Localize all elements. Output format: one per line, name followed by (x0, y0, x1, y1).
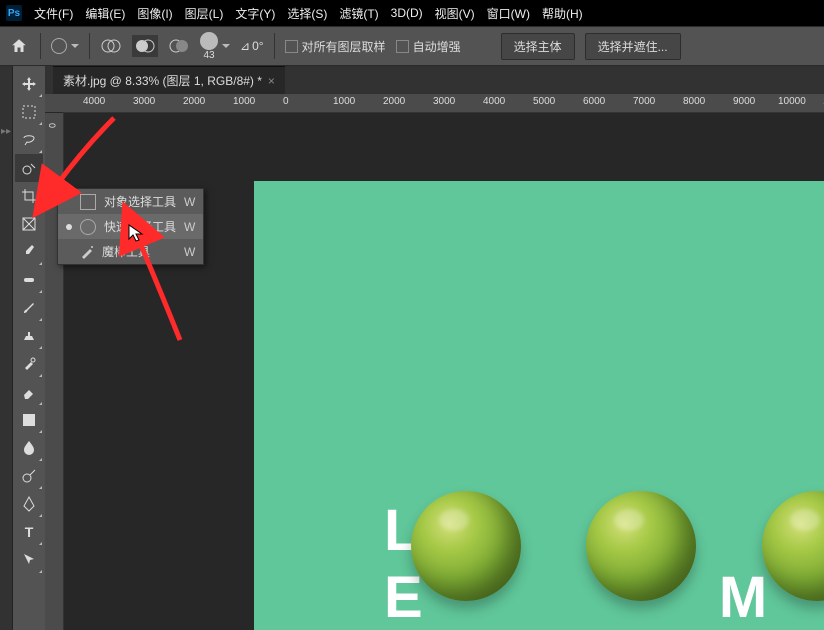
tab-title: 素材.jpg @ 8.33% (图层 1, RGB/8#) * (63, 72, 262, 89)
blur-tool[interactable] (15, 434, 43, 462)
auto-enhance-checkbox[interactable]: 自动增强 (396, 38, 461, 55)
menu-type[interactable]: 文字(Y) (235, 5, 275, 22)
gradient-tool[interactable] (15, 406, 43, 434)
menu-select[interactable]: 选择(S) (287, 5, 327, 22)
brush-tool[interactable] (15, 294, 43, 322)
checkbox-icon (396, 40, 409, 53)
ruler-origin[interactable] (45, 94, 63, 112)
sample-all-label: 对所有图层取样 (302, 38, 386, 55)
clone-stamp-tool[interactable] (15, 322, 43, 350)
brush-icon (51, 38, 67, 54)
sample-all-layers-checkbox[interactable]: 对所有图层取样 (285, 38, 386, 55)
menu-file[interactable]: 文件(F) (34, 5, 73, 22)
separator (40, 33, 41, 59)
chevron-down-icon (222, 44, 230, 48)
ruler-horizontal[interactable]: 4000 3000 2000 1000 0 1000 2000 3000 400… (63, 94, 824, 113)
app-logo: Ps (6, 5, 22, 21)
healing-brush-tool[interactable] (15, 266, 43, 294)
tool-preset-picker[interactable] (51, 38, 79, 54)
lime-image (411, 491, 521, 601)
intersect-selection[interactable] (168, 37, 190, 55)
artboard: L E M (254, 181, 824, 630)
object-selection-icon (80, 194, 96, 210)
lime-image (586, 491, 696, 601)
move-tool[interactable] (15, 70, 43, 98)
angle-value: 0° (252, 39, 263, 53)
brush-picker[interactable]: 43 (200, 32, 230, 61)
menu-window[interactable]: 窗口(W) (487, 5, 530, 22)
flyout-shortcut: W (184, 195, 195, 209)
quick-selection-tool[interactable] (15, 154, 43, 182)
magic-wand-icon (80, 245, 94, 259)
angle-icon: ⊿ (240, 39, 250, 53)
menu-bar: Ps 文件(F) 编辑(E) 图像(I) 图层(L) 文字(Y) 选择(S) 滤… (0, 0, 824, 26)
subtract-from-selection[interactable] (132, 35, 158, 57)
select-subject-button[interactable]: 选择主体 (501, 33, 575, 60)
auto-enhance-label: 自动增强 (413, 38, 461, 55)
expand-icon[interactable]: ▸▸ (0, 126, 12, 137)
eyedropper-tool[interactable] (15, 238, 43, 266)
dodge-tool[interactable] (15, 462, 43, 490)
menu-help[interactable]: 帮助(H) (542, 5, 583, 22)
crop-tool[interactable] (15, 182, 43, 210)
brush-preview-icon (200, 32, 218, 50)
options-bar: 43 ⊿ 0° 对所有图层取样 自动增强 选择主体 选择并遮住... (0, 26, 824, 66)
flyout-label: 对象选择工具 (104, 193, 176, 210)
eraser-tool[interactable] (15, 378, 43, 406)
brush-size-label: 43 (203, 50, 214, 61)
home-button[interactable] (8, 35, 30, 57)
document-area: 素材.jpg @ 8.33% (图层 1, RGB/8#) * × 4000 3… (45, 66, 824, 630)
separator (274, 33, 275, 59)
menu-image[interactable]: 图像(I) (137, 5, 172, 22)
flyout-shortcut: W (184, 220, 195, 234)
select-and-mask-button[interactable]: 选择并遮住... (585, 33, 681, 60)
document-tabs: 素材.jpg @ 8.33% (图层 1, RGB/8#) * × (45, 66, 824, 94)
checkbox-icon (285, 40, 298, 53)
quick-selection-icon (80, 219, 96, 235)
separator (89, 33, 90, 59)
document-tab[interactable]: 素材.jpg @ 8.33% (图层 1, RGB/8#) * × (53, 66, 285, 94)
menu-edit[interactable]: 编辑(E) (85, 5, 125, 22)
flyout-label: 魔棒工具 (102, 243, 150, 260)
type-tool[interactable]: T (15, 518, 43, 546)
marquee-tool[interactable] (15, 98, 43, 126)
lasso-tool[interactable] (15, 126, 43, 154)
mouse-cursor-icon (128, 224, 144, 244)
chevron-down-icon (71, 44, 79, 48)
path-selection-tool[interactable] (15, 546, 43, 574)
menu-3d[interactable]: 3D(D) (391, 6, 423, 20)
add-to-selection[interactable] (100, 37, 122, 55)
panel-dock-edge: ▸▸ (0, 66, 13, 630)
history-brush-tool[interactable] (15, 350, 43, 378)
menu-view[interactable]: 视图(V) (435, 5, 475, 22)
flyout-shortcut: W (184, 245, 195, 259)
frame-tool[interactable] (15, 210, 43, 238)
menu-filter[interactable]: 滤镜(T) (339, 5, 378, 22)
pen-tool[interactable] (15, 490, 43, 518)
selected-dot-icon (66, 224, 72, 230)
tools-panel: T (13, 66, 45, 630)
close-icon[interactable]: × (268, 74, 275, 88)
angle-control[interactable]: ⊿ 0° (240, 39, 264, 53)
menu-layer[interactable]: 图层(L) (185, 5, 224, 22)
flyout-item-object-selection[interactable]: 对象选择工具 W (58, 189, 203, 214)
